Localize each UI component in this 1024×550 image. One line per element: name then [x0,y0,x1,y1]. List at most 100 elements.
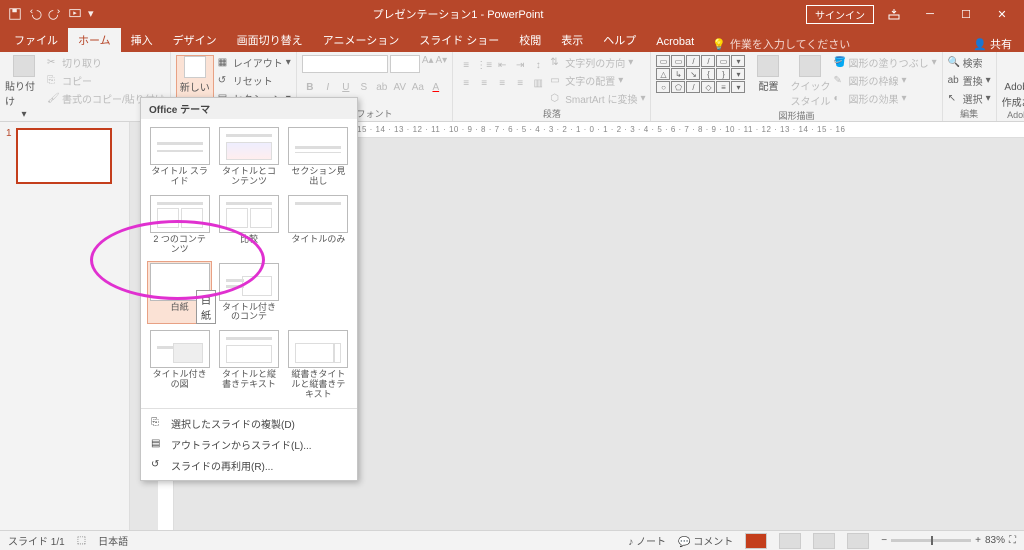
quick-styles-button[interactable]: クイック スタイル [791,55,829,108]
shape-fill-button[interactable]: 🪣図形の塗りつぶし ▾ [833,55,936,70]
align-center-icon[interactable]: ≡ [476,75,492,91]
bullets-icon[interactable]: ≡ [458,57,474,73]
underline-button[interactable]: U [338,79,354,95]
layout-comparison[interactable]: 比較 [216,193,281,257]
pen-icon: ✎ [833,75,845,87]
zoom-control[interactable]: − + 83% ⛶ [881,535,1016,546]
group-acrobat: Adobe PDF の 作成および共有 Adobe Acrobat [997,52,1024,121]
spellcheck-icon[interactable]: ⬚ [77,535,86,546]
numbering-icon[interactable]: ⋮≡ [476,57,492,73]
smartart-button[interactable]: ⬡SmartArt に変換 ▾ [550,91,645,106]
select-button[interactable]: ↖選択 ▾ [948,91,991,106]
zoom-slider[interactable] [891,539,971,542]
comments-button[interactable]: 💬 コメント [678,533,733,548]
layout-content-caption[interactable]: タイトル付きのコンテ [216,261,281,325]
scissors-icon: ✂ [47,57,59,69]
grow-font-icon[interactable]: A▴ [422,55,434,73]
ribbon-options-icon[interactable] [878,4,910,24]
layout-two-content[interactable]: 2 つのコンテンツ [147,193,212,257]
shape-effects-button[interactable]: ◐図形の効果 ▾ [833,91,936,106]
redo-icon[interactable] [48,7,62,21]
slideshow-view-button[interactable] [847,533,869,549]
zoom-percent[interactable]: 83% [985,535,1005,546]
tab-help[interactable]: ヘルプ [593,28,646,52]
align-right-icon[interactable]: ≡ [494,75,510,91]
layout-section-header[interactable]: セクション見出し [286,125,351,189]
zoom-out-icon[interactable]: − [881,535,887,546]
outdent-icon[interactable]: ⇤ [494,57,510,73]
tab-view[interactable]: 表示 [551,28,593,52]
copy-button[interactable]: ⎘コピー [47,73,165,88]
reading-view-button[interactable] [813,533,835,549]
layout-title-vtext[interactable]: タイトルと縦書きテキスト [216,328,281,402]
font-size-input[interactable] [390,55,420,73]
paste-button[interactable]: 貼り付け ▾ [5,55,43,120]
indent-icon[interactable]: ⇥ [512,57,528,73]
font-color-button[interactable]: A [428,79,444,95]
create-pdf-button[interactable]: Adobe PDF の 作成および共有 [1002,55,1024,109]
duplicate-slides-menuitem[interactable]: ⎘選択したスライドの複製(D) [143,413,355,434]
arrange-button[interactable]: 配置 [749,55,787,93]
tab-acrobat[interactable]: Acrobat [646,32,704,52]
tab-design[interactable]: デザイン [163,28,227,52]
font-name-input[interactable] [302,55,388,73]
start-slideshow-icon[interactable] [68,7,82,21]
slide-thumbnail-pane[interactable]: 1 [0,122,130,534]
tell-me[interactable]: 💡 作業を入力してください [712,36,850,52]
spacing-button[interactable]: AV [392,79,408,95]
layout-title-content[interactable]: タイトルとコンテンツ [216,125,281,189]
tab-review[interactable]: 校閲 [509,28,551,52]
layout-button[interactable]: ▦レイアウト ▾ [218,55,291,70]
shapes-gallery[interactable]: ▭▭//▭▾ △↳↘{}▾ ○⬠/◇≡▾ [656,55,745,93]
tab-transitions[interactable]: 画面切り替え [227,28,313,52]
slide-thumbnail-1[interactable]: 1 [6,128,123,184]
reuse-slides-menuitem[interactable]: ↺スライドの再利用(R)... [143,455,355,476]
sorter-view-button[interactable] [779,533,801,549]
replace-button[interactable]: ab置換 ▾ [948,73,991,88]
slides-from-outline-menuitem[interactable]: ▤アウトラインからスライド(L)... [143,434,355,455]
effects-icon: ◐ [833,93,845,105]
layout-title-only[interactable]: タイトルのみ [286,193,351,257]
minimize-button[interactable]: ─ [914,4,946,24]
linespacing-icon[interactable]: ↕ [530,57,546,73]
case-button[interactable]: Aa [410,79,426,95]
reset-button[interactable]: ↺リセット [218,73,291,88]
shrink-font-icon[interactable]: A▾ [436,55,448,73]
strike-button[interactable]: S [356,79,372,95]
normal-view-button[interactable] [745,533,767,549]
layout-icon: ▦ [218,57,230,69]
layout-vtitle-vtext[interactable]: 縦書きタイトルと縦書きテキスト [286,328,351,402]
zoom-in-icon[interactable]: + [975,535,981,546]
tab-slideshow[interactable]: スライド ショー [409,28,509,52]
tab-insert[interactable]: 挿入 [121,28,163,52]
notes-button[interactable]: ♪ ノート [628,533,666,548]
qat-dropdown-icon[interactable]: ▾ [88,7,102,21]
find-button[interactable]: 🔍検索 [948,55,983,70]
align-left-icon[interactable]: ≡ [458,75,474,91]
align-text-button[interactable]: ▭文字の配置 ▾ [550,73,645,88]
slide-counter[interactable]: スライド 1/1 [8,533,65,548]
replace-icon: ab [948,75,960,87]
undo-icon[interactable] [28,7,42,21]
close-button[interactable]: ✕ [986,4,1018,24]
layout-pic-caption[interactable]: タイトル付きの図 [147,328,212,402]
justify-icon[interactable]: ≡ [512,75,528,91]
shadow-button[interactable]: ab [374,79,390,95]
tab-animations[interactable]: アニメーション [313,28,410,52]
bold-button[interactable]: B [302,79,318,95]
cut-button[interactable]: ✂切り取り [47,55,165,70]
save-icon[interactable] [8,7,22,21]
layout-blank[interactable]: 白紙白紙 [147,261,212,325]
columns-icon[interactable]: ▥ [530,75,546,91]
tab-file[interactable]: ファイル [4,28,68,52]
signin-button[interactable]: サインイン [806,5,874,24]
maximize-button[interactable]: ☐ [950,4,982,24]
language-indicator[interactable]: 日本語 [98,533,128,548]
fit-window-icon[interactable]: ⛶ [1009,535,1016,546]
tab-home[interactable]: ホーム [68,28,121,52]
layout-title-slide[interactable]: タイトル スライド [147,125,212,189]
share-button[interactable]: 👤 共有 [973,36,1024,52]
shape-outline-button[interactable]: ✎図形の枠線 ▾ [833,73,936,88]
text-direction-button[interactable]: ⇅文字列の方向 ▾ [550,55,645,70]
italic-button[interactable]: I [320,79,336,95]
